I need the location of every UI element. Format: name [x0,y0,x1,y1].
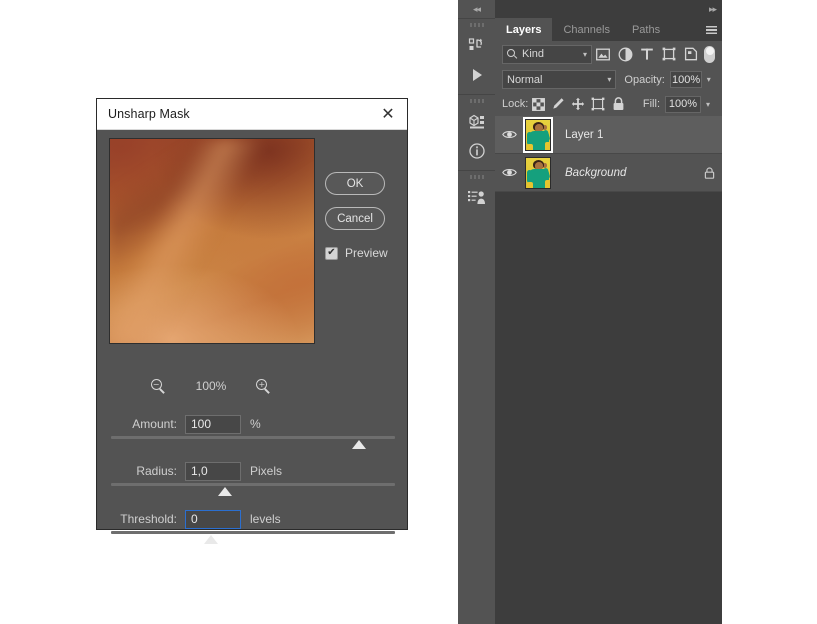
layer-filter-row: Kind ▾ [495,41,722,67]
clone-source-icon[interactable] [461,182,493,212]
shape-layer-filter-icon[interactable] [658,43,680,65]
history-icon[interactable] [461,30,493,60]
filter-preview-image[interactable] [109,138,315,344]
preview-checkbox[interactable]: ✔ Preview [325,246,388,260]
layer-thumbnail[interactable] [525,156,551,189]
zoom-in-icon[interactable]: + [256,378,271,394]
dialog-titlebar: Unsharp Mask ✕ [97,99,407,130]
pixel-layer-filter-icon[interactable] [592,43,614,65]
lock-row: Lock: Fill: 100% ▾ [495,92,722,116]
zoom-out-icon[interactable]: − [150,378,166,394]
dialog-body: OK Cancel ✔ Preview − 100% + Amount: 100… [97,130,409,544]
lock-image-pixels-icon[interactable] [548,94,568,114]
lock-position-icon[interactable] [568,94,588,114]
opacity-chevron-down-icon[interactable]: ▾ [702,71,715,88]
threshold-unit: levels [250,512,281,526]
info-icon[interactable] [461,136,493,166]
layer-visibility-eye-icon[interactable] [495,129,523,140]
right-panel-dock: ◂◂ ▸▸ Layers Channels Paths Kind ▾ Norma… [458,0,722,624]
radius-unit: Pixels [250,464,283,478]
preview-checkbox-label: Preview [345,246,388,260]
amount-slider-track[interactable] [111,436,395,439]
layer-row-background[interactable]: Background [495,154,722,192]
layers-panel: ▸▸ Layers Channels Paths Kind ▾ Normal ▾… [495,0,722,624]
search-icon [507,48,518,60]
lock-transparent-pixels-icon[interactable] [528,94,548,114]
rail-group-history [458,18,495,94]
layer-row-layer-1[interactable]: Layer 1 [495,116,722,154]
close-icon[interactable]: ✕ [379,105,397,123]
filter-enable-toggle[interactable] [704,45,715,63]
threshold-slider-track[interactable] [111,531,395,534]
fill-input[interactable]: 100% [665,95,701,113]
rail-group-3d-info [458,94,495,170]
collapse-rail-button[interactable]: ◂◂ [458,0,495,18]
3d-icon[interactable] [461,106,493,136]
filter-kind-label: Kind [522,48,545,60]
rail-group-clone [458,170,495,216]
type-layer-filter-icon[interactable] [636,43,658,65]
checkbox-check-icon: ✔ [325,246,338,260]
tab-spacer [671,18,700,41]
amount-row: Amount: 100 % [97,413,409,435]
cancel-button[interactable]: Cancel [325,207,385,230]
panel-menu-icon[interactable] [700,18,722,41]
amount-label: Amount: [132,417,177,431]
filter-kind-select[interactable]: Kind ▾ [502,44,592,64]
chevron-down-icon: ▾ [607,75,612,84]
radius-slider-thumb[interactable] [218,487,232,496]
preview-gradient-overlay [110,139,314,343]
rail-grip[interactable] [469,175,484,179]
layer-visibility-eye-icon[interactable] [495,167,523,178]
opacity-label: Opacity: [624,73,665,86]
collapsed-icon-rail: ◂◂ [458,0,495,624]
lock-all-icon[interactable] [608,94,628,114]
smart-object-filter-icon[interactable] [680,43,702,65]
fill-chevron-down-icon[interactable]: ▾ [701,96,715,113]
threshold-label: Threshold: [120,512,177,526]
layer-name[interactable]: Background [565,167,696,179]
rail-grip[interactable] [469,23,484,27]
zoom-out-sign: − [152,379,160,389]
amount-unit: % [250,417,261,431]
rail-grip[interactable] [469,99,484,103]
layer-locked-icon [696,166,722,179]
dialog-title: Unsharp Mask [108,107,190,121]
chevron-down-icon: ▾ [582,49,587,59]
expand-panel-button[interactable]: ▸▸ [709,4,717,15]
tab-channels[interactable]: Channels [552,18,621,41]
tab-layers[interactable]: Layers [495,18,553,41]
blend-mode-value: Normal [507,73,543,86]
layer-list: Layer 1 Background [495,116,722,624]
zoom-level-label: 100% [195,379,227,393]
radius-slider-track[interactable] [111,483,395,486]
threshold-row: Threshold: 0 levels [97,508,409,530]
lock-artboard-nesting-icon[interactable] [588,94,608,114]
opacity-input[interactable]: 100% [669,71,703,88]
unsharp-mask-dialog: Unsharp Mask ✕ OK Cancel ✔ Preview − 100… [96,98,409,544]
panel-content: Kind ▾ Normal ▾ Opacity: 100% ▾ Lock: Fi… [495,41,722,624]
layer-list-empty-area [495,192,722,624]
panel-header: ▸▸ [495,0,722,18]
amount-slider-thumb[interactable] [352,440,366,449]
preview-zoom-controls: − 100% + [109,375,313,397]
tab-paths[interactable]: Paths [620,18,672,41]
radius-label: Radius: [136,464,177,478]
layer-thumbnail[interactable] [525,118,551,151]
actions-play-icon[interactable] [461,60,493,90]
blend-mode-select[interactable]: Normal ▾ [502,70,617,89]
fill-label: Fill: [642,98,660,110]
zoom-in-sign: + [258,379,266,389]
threshold-slider-thumb[interactable] [204,535,218,544]
radius-input[interactable]: 1,0 [185,461,241,481]
layer-name[interactable]: Layer 1 [565,129,696,141]
panel-tab-bar: Layers Channels Paths [495,18,722,41]
radius-row: Radius: 1,0 Pixels [97,460,409,482]
lock-label: Lock: [502,98,529,110]
amount-input[interactable]: 100 [185,414,241,434]
threshold-input[interactable]: 0 [185,509,241,529]
ok-button[interactable]: OK [325,172,385,195]
blend-mode-row: Normal ▾ Opacity: 100% ▾ [495,67,722,92]
adjustment-layer-filter-icon[interactable] [614,43,636,65]
